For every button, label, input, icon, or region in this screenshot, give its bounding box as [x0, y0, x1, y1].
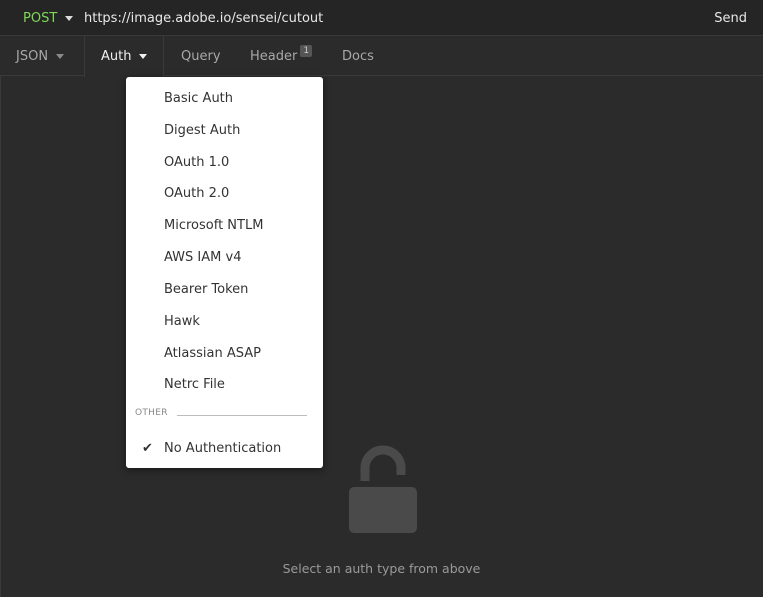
send-button[interactable]: Send: [714, 0, 747, 36]
menu-item-netrc-file[interactable]: Netrc File: [126, 369, 323, 399]
tab-header[interactable]: Header 1: [250, 36, 313, 76]
menu-item-basic-auth[interactable]: Basic Auth: [126, 83, 323, 113]
menu-item-label: No Authentication: [164, 440, 282, 456]
chevron-down-icon: [56, 53, 65, 59]
tab-docs[interactable]: Docs: [342, 36, 374, 76]
checkmark-icon: ✔: [142, 440, 153, 456]
menu-item-atlassian-asap[interactable]: Atlassian ASAP: [126, 338, 323, 368]
url-bar: POST https://image.adobe.io/sensei/cutou…: [0, 0, 763, 36]
divider: [0, 76, 1, 597]
menu-item-label: Netrc File: [164, 376, 225, 392]
tab-auth[interactable]: Auth: [84, 36, 164, 77]
chevron-down-icon: [65, 15, 74, 21]
menu-item-no-authentication[interactable]: ✔ No Authentication: [126, 433, 323, 463]
tab-json[interactable]: JSON: [16, 36, 84, 76]
menu-item-bearer-token[interactable]: Bearer Token: [126, 274, 323, 304]
count-badge: 1: [300, 45, 313, 57]
unlock-icon: [348, 443, 418, 535]
method-selector[interactable]: POST: [23, 0, 74, 36]
menu-item-digest-auth[interactable]: Digest Auth: [126, 115, 323, 145]
tab-label: JSON: [16, 48, 49, 64]
tab-label: Header: [250, 48, 298, 64]
menu-item-oauth-1[interactable]: OAuth 1.0: [126, 147, 323, 177]
menu-item-label: OAuth 1.0: [164, 154, 230, 170]
menu-item-label: Hawk: [164, 313, 200, 329]
chevron-down-icon: [139, 54, 148, 59]
menu-item-hawk[interactable]: Hawk: [126, 306, 323, 336]
menu-item-label: Basic Auth: [164, 90, 234, 106]
method-label: POST: [23, 10, 58, 26]
request-tabs: JSON Auth Query Header 1 Docs: [0, 36, 763, 77]
auth-type-dropdown: Basic Auth Digest Auth OAuth 1.0 OAuth 2…: [126, 77, 323, 468]
menu-item-label: Digest Auth: [164, 122, 241, 138]
tab-query[interactable]: Query: [181, 36, 221, 76]
url-input[interactable]: https://image.adobe.io/sensei/cutout: [84, 0, 323, 36]
menu-item-label: Atlassian ASAP: [164, 345, 261, 361]
menu-section-divider: OTHER: [135, 408, 307, 422]
divider: [177, 415, 307, 416]
menu-item-label: AWS IAM v4: [164, 249, 242, 265]
menu-item-aws-iam[interactable]: AWS IAM v4: [126, 242, 323, 272]
section-label: OTHER: [135, 408, 168, 418]
tab-label: Auth: [101, 49, 132, 64]
empty-state-message: Select an auth type from above: [282, 561, 481, 576]
menu-item-label: Microsoft NTLM: [164, 217, 264, 233]
menu-item-oauth-2[interactable]: OAuth 2.0: [126, 178, 323, 208]
tab-label: Query: [181, 48, 221, 64]
menu-item-label: Bearer Token: [164, 281, 249, 297]
menu-item-microsoft-ntlm[interactable]: Microsoft NTLM: [126, 210, 323, 240]
menu-item-label: OAuth 2.0: [164, 185, 230, 201]
tab-label: Docs: [342, 48, 374, 64]
